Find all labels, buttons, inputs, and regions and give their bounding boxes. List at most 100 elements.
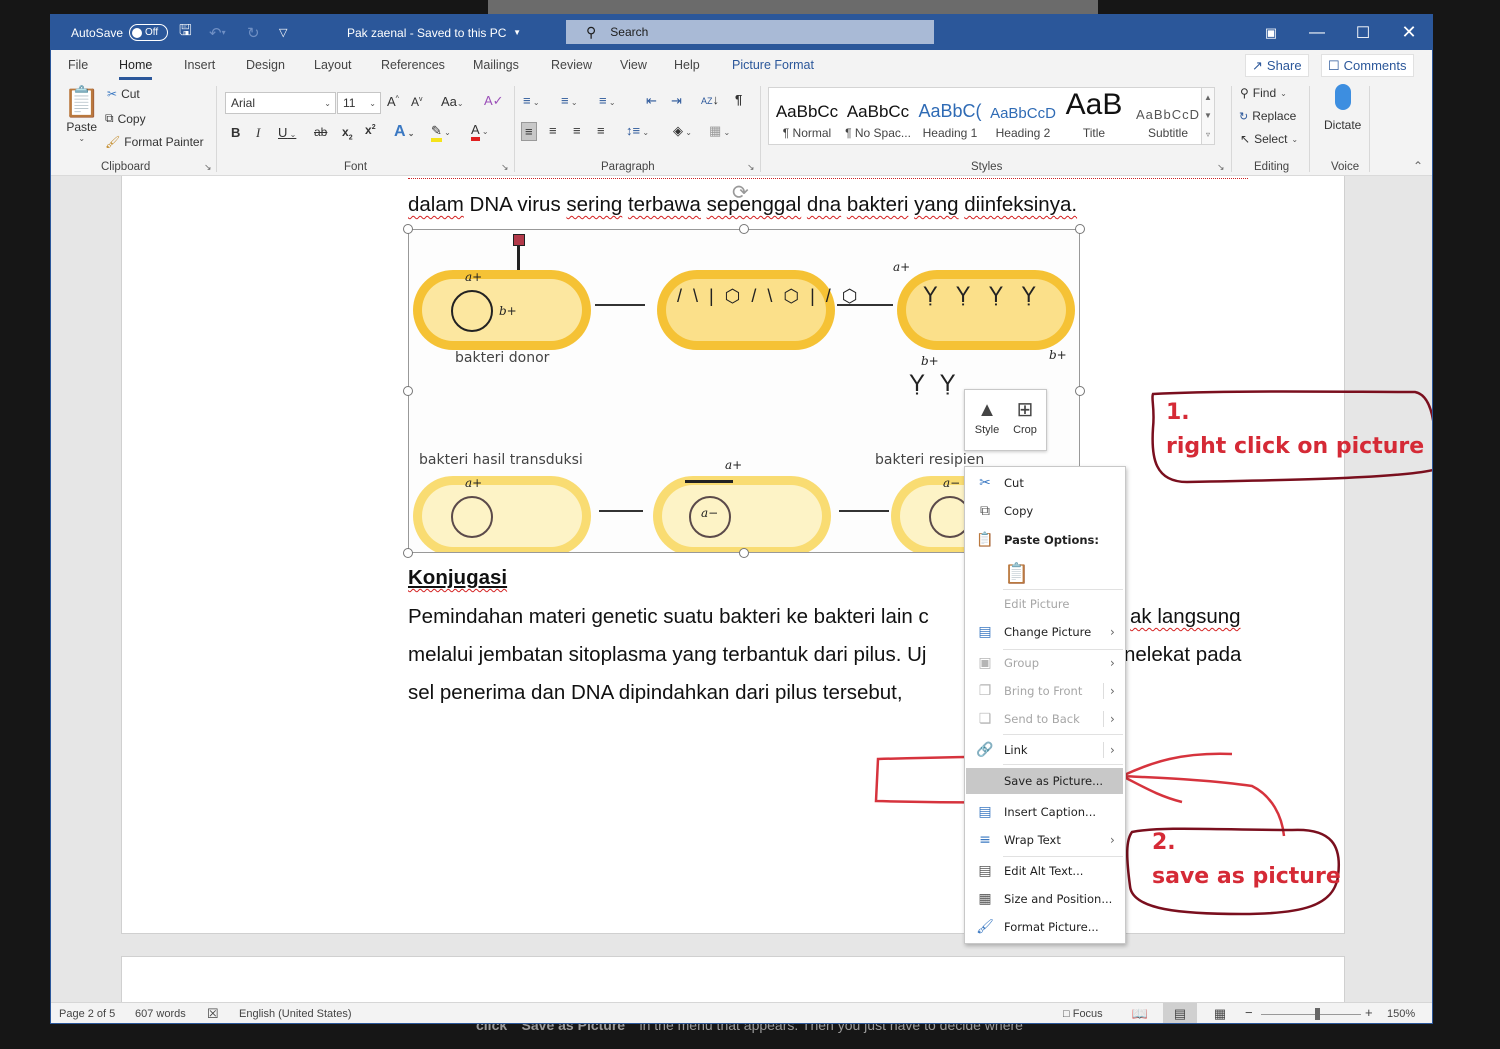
dictate-button[interactable]: Dictate [1324,84,1361,132]
focus-button[interactable]: □ Focus [1063,1008,1103,1020]
text-effects-button[interactable]: A ⌄ [394,123,415,141]
bold-button[interactable]: B [231,125,240,140]
rotate-handle-icon[interactable]: ⟳ [732,180,749,205]
tab-view[interactable]: View [620,58,647,72]
ribbon-display-options-icon[interactable]: ▣ [1248,15,1294,50]
zoom-out-button[interactable]: − [1245,1005,1253,1020]
clipboard-launcher-icon[interactable]: ↘ [204,162,212,173]
subscript-button[interactable]: x2 [342,125,353,141]
style-subtitle[interactable]: AaBbCcD Subtitle [1129,88,1207,144]
paragraph-launcher-icon[interactable]: ↘ [747,162,755,173]
grow-font-button[interactable]: A^ [387,94,399,109]
multilevel-list-button[interactable]: ≡ ⌄ [599,93,616,108]
tab-insert[interactable]: Insert [184,58,215,72]
tab-review[interactable]: Review [551,58,592,72]
menu-item-bring-to-front[interactable]: ❐ Bring to Front › [966,678,1124,704]
font-size-combo[interactable]: 11 ⌄ [337,92,381,114]
styles-scroll[interactable]: ▲ ▼ ▿ [1201,87,1215,145]
menu-item-save-as-picture[interactable]: Save as Picture... [966,768,1123,794]
autosave-toggle[interactable]: Off [129,15,168,50]
styles-launcher-icon[interactable]: ↘ [1217,162,1225,173]
resize-handle-bottom[interactable] [739,548,749,558]
proofing-icon[interactable]: ☒ [207,1006,219,1022]
shrink-font-button[interactable]: Av [411,95,423,109]
highlight-color-button[interactable]: ✎ ⌄ [431,123,451,142]
close-button[interactable]: ✕ [1386,15,1432,50]
style-normal[interactable]: AaBbCc ¶ Normal [773,88,841,144]
resize-handle-left[interactable] [403,386,413,396]
style-title[interactable]: AaB Title [1061,88,1127,144]
superscript-button[interactable]: x2 [365,123,376,137]
cut-button[interactable]: ✂ Cut [107,87,140,101]
save-icon[interactable]: 🖫 [179,15,192,50]
tab-mailings[interactable]: Mailings [473,58,519,72]
align-left-button[interactable]: ≡ [521,122,537,141]
print-layout-icon[interactable]: ▤ [1163,1003,1197,1023]
tab-picture-format[interactable]: Picture Format [732,58,814,72]
undo-icon[interactable]: ↶ ▾ [209,15,226,50]
maximize-button[interactable]: ☐ [1340,15,1386,50]
resize-handle-top[interactable] [739,224,749,234]
share-button[interactable]: ↗ Share [1245,54,1309,77]
menu-item-size-and-position[interactable]: ▦ Size and Position... [966,886,1124,912]
customize-quick-access-icon[interactable]: ▽ [279,15,287,50]
font-launcher-icon[interactable]: ↘ [501,162,509,173]
style-heading-1[interactable]: AaBbC(Heading 1 [915,88,985,144]
tab-file[interactable]: File [68,58,88,72]
resize-handle-top-right[interactable] [1075,224,1085,234]
style-no-spacing[interactable]: AaBbCc ¶ No Spac... [843,88,913,144]
show-formatting-marks-button[interactable]: ¶ [735,92,742,107]
format-painter-button[interactable]: 🖌 Format Painter [105,135,204,149]
numbering-button[interactable]: ≡ ⌄ [561,93,578,108]
shading-button[interactable]: ◈ ⌄ [673,123,692,139]
line-spacing-button[interactable]: ↕≡ ⌄ [626,123,649,138]
more-styles-icon[interactable]: ▿ [1206,130,1210,139]
zoom-slider-thumb[interactable] [1315,1008,1321,1020]
menu-item-wrap-text[interactable]: ≡ Wrap Text › [966,827,1124,853]
copy-button[interactable]: ⧉ Copy [105,111,146,126]
resize-handle-right[interactable] [1075,386,1085,396]
read-mode-icon[interactable]: 📖 [1123,1003,1157,1023]
font-color-button[interactable]: A ⌄ [471,122,489,141]
paste-button[interactable]: 📋 Paste ⌄ [63,86,100,143]
font-name-combo[interactable]: Arial ⌄ [225,92,336,114]
underline-button[interactable]: U ⌄ [278,125,296,140]
menu-item-insert-caption[interactable]: ▤ Insert Caption... [966,799,1124,825]
web-layout-icon[interactable]: ▦ [1203,1003,1237,1023]
zoom-slider[interactable] [1261,1014,1361,1015]
language[interactable]: English (United States) [239,1008,352,1020]
borders-button[interactable]: ▦ ⌄ [709,123,730,139]
resize-handle-bottom-left[interactable] [403,548,413,558]
tab-design[interactable]: Design [246,58,285,72]
tab-layout[interactable]: Layout [314,58,352,72]
redo-icon[interactable]: ↻ [247,15,260,50]
menu-item-cut[interactable]: ✂ Cut [966,470,1124,496]
decrease-indent-button[interactable]: ⇤ [646,93,657,109]
change-case-button[interactable]: Aa⌄ [441,94,464,109]
menu-item-change-picture[interactable]: ▤ Change Picture › [966,619,1124,645]
menu-item-format-picture[interactable]: 🖌 Format Picture... [966,914,1124,940]
page-count[interactable]: Page 2 of 5 [59,1008,115,1020]
style-heading-2[interactable]: AaBbCcD Heading 2 [987,88,1059,144]
justify-button[interactable]: ≡ [597,123,605,138]
style-button[interactable]: ▲ Style [969,396,1005,436]
menu-item-link[interactable]: 🔗 Link › [966,737,1124,763]
menu-item-group[interactable]: ▣ Group › [966,650,1124,676]
strikethrough-button[interactable]: ab [314,125,327,139]
find-button[interactable]: ⚲ Find ⌄ [1240,86,1287,100]
align-center-button[interactable]: ≡ [549,123,557,138]
paste-keep-text-only-button[interactable]: 📋 [966,557,1124,589]
clear-formatting-icon[interactable]: A✓ [484,93,504,109]
tab-references[interactable]: References [381,58,445,72]
search-box[interactable]: ⚲ Search [566,20,934,44]
menu-item-copy[interactable]: ⧉ Copy [966,498,1124,524]
collapse-ribbon-icon[interactable]: ⌃ [1413,159,1423,173]
resize-handle-top-left[interactable] [403,224,413,234]
italic-button[interactable]: I [256,125,260,141]
scroll-down-icon[interactable]: ▼ [1204,111,1212,120]
zoom-in-button[interactable]: + [1365,1005,1373,1020]
scroll-up-icon[interactable]: ▲ [1204,93,1212,102]
menu-item-edit-alt-text[interactable]: ▤ Edit Alt Text... [966,858,1124,884]
bullets-button[interactable]: ≡ ⌄ [523,93,540,108]
minimize-button[interactable]: — [1294,15,1340,50]
